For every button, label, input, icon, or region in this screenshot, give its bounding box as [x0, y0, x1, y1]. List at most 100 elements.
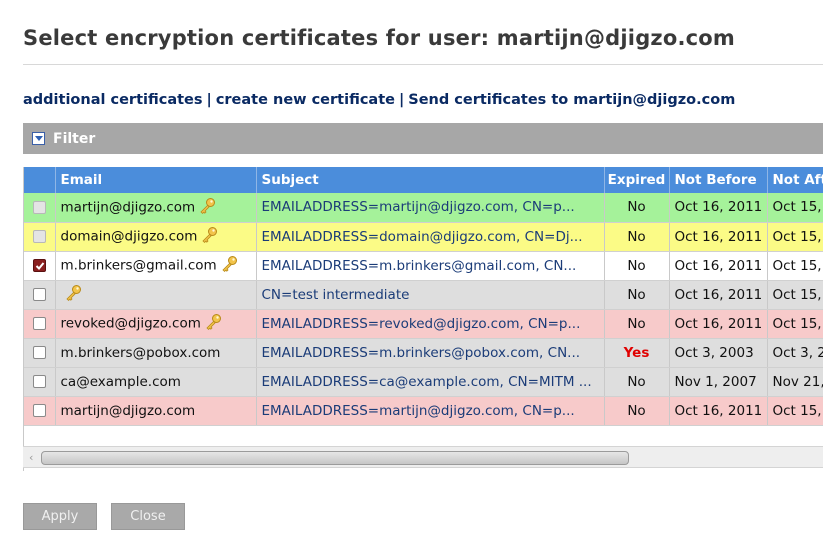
table-row[interactable]: m.brinkers@pobox.com EMAILADDRESS=m.brink…: [24, 338, 823, 368]
not-after-cell: Oct 15,: [767, 193, 823, 223]
not-before-cell: Oct 16, 2011: [669, 280, 768, 310]
row-checkbox[interactable]: [32, 404, 46, 417]
title-divider: [23, 64, 823, 65]
not-after-cell: Oct 15,: [767, 309, 823, 339]
email-cell: m.brinkers@gmail.com: [55, 251, 257, 281]
key-icon: [221, 255, 238, 276]
subject-cell[interactable]: EMAILADDRESS=revoked@djigzo.com, CN=p...: [256, 309, 605, 339]
expired-cell: Yes: [604, 338, 670, 368]
row-checkbox: [32, 230, 46, 243]
certificate-table: Email Subject Expired Not Before Not Aft…: [24, 167, 823, 426]
row-checkbox[interactable]: [32, 346, 46, 359]
email-text: revoked@djigzo.com: [60, 315, 201, 332]
not-after-cell: Oct 15,: [767, 396, 823, 426]
email-cell: revoked@djigzo.com: [55, 309, 257, 339]
row-checkbox[interactable]: [32, 317, 46, 330]
row-checkbox[interactable]: [32, 288, 46, 301]
subject-cell[interactable]: CN=test intermediate: [256, 280, 605, 310]
column-header-subject[interactable]: Subject: [256, 167, 605, 193]
apply-button[interactable]: Apply: [23, 503, 97, 530]
column-header-not-after[interactable]: Not Aft: [767, 167, 823, 193]
subject-cell[interactable]: EMAILADDRESS=martijn@djigzo.com, CN=p...: [256, 396, 605, 426]
link-separator: |: [398, 92, 405, 108]
page-title: Select encryption certificates for user:…: [23, 26, 736, 50]
not-before-cell: Oct 3, 2003: [669, 338, 768, 368]
expired-cell: No: [604, 222, 670, 252]
not-before-cell: Oct 16, 2011: [669, 396, 768, 426]
table-row[interactable]: domain@djigzo.com EMAILADDRESS=domain@dji…: [24, 222, 823, 252]
select-cell: [24, 309, 56, 339]
not-after-cell: Oct 15,: [767, 222, 823, 252]
email-text: domain@djigzo.com: [60, 228, 198, 245]
select-cell: [24, 251, 56, 281]
not-after-cell: Oct 3, 2: [767, 338, 823, 368]
expired-cell: No: [604, 280, 670, 310]
expired-cell: No: [604, 396, 670, 426]
subject-cell[interactable]: EMAILADDRESS=ca@example.com, CN=MITM ...: [256, 367, 605, 397]
email-cell: [55, 280, 257, 310]
additional-certificates-link[interactable]: additional certificates: [23, 92, 203, 108]
send-certificates-link[interactable]: Send certificates to martijn@djigzo.com: [408, 92, 735, 108]
select-cell: [24, 367, 56, 397]
action-links: additional certificates | create new certi…: [23, 92, 735, 108]
select-cell: [24, 280, 56, 310]
subject-cell[interactable]: EMAILADDRESS=m.brinkers@pobox.com, CN...: [256, 338, 605, 368]
filter-bar[interactable]: Filter: [23, 123, 823, 154]
expired-cell: No: [604, 193, 670, 223]
subject-cell[interactable]: EMAILADDRESS=martijn@djigzo.com, CN=p...: [256, 193, 605, 223]
scrollbar-thumb[interactable]: [41, 451, 629, 465]
table-header-row: Email Subject Expired Not Before Not Aft: [24, 167, 823, 193]
expired-cell: No: [604, 367, 670, 397]
not-before-cell: Oct 16, 2011: [669, 222, 768, 252]
table-row[interactable]: ca@example.com EMAILADDRESS=ca@example.co…: [24, 367, 823, 397]
table-row[interactable]: martijn@djigzo.com EMAILADDRESS=martijn@d…: [24, 193, 823, 223]
email-cell: martijn@djigzo.com: [55, 396, 257, 426]
expired-cell: No: [604, 251, 670, 281]
close-button[interactable]: Close: [111, 503, 185, 530]
email-text: m.brinkers@gmail.com: [60, 257, 217, 274]
select-cell: [24, 396, 56, 426]
not-after-cell: Nov 21,: [767, 367, 823, 397]
table-row[interactable]: martijn@djigzo.com EMAILADDRESS=martijn@d…: [24, 396, 823, 426]
key-icon: [65, 284, 82, 305]
table-row[interactable]: CN=test intermediate No Oct 16, 2011 Oct 15…: [24, 280, 823, 310]
email-text: martijn@djigzo.com: [60, 199, 196, 216]
email-text: m.brinkers@pobox.com: [60, 344, 221, 361]
column-header-email[interactable]: Email: [55, 167, 257, 193]
select-cell: [24, 222, 56, 252]
certificate-grid: Email Subject Expired Not Before Not Aft…: [23, 167, 823, 471]
column-header-not-before[interactable]: Not Before: [669, 167, 768, 193]
key-icon: [201, 226, 218, 247]
subject-cell[interactable]: EMAILADDRESS=m.brinkers@gmail.com, CN...: [256, 251, 605, 281]
not-before-cell: Oct 16, 2011: [669, 193, 768, 223]
key-icon: [205, 313, 222, 334]
filter-label: Filter: [53, 130, 96, 147]
row-checkbox[interactable]: [32, 375, 46, 388]
expired-cell: No: [604, 309, 670, 339]
select-cell: [24, 338, 56, 368]
column-header-select[interactable]: [24, 167, 56, 193]
email-text: martijn@djigzo.com: [60, 402, 196, 419]
create-new-certificate-link[interactable]: create new certificate: [216, 92, 395, 108]
link-separator: |: [206, 92, 212, 108]
row-checkbox[interactable]: [32, 259, 46, 272]
not-before-cell: Oct 16, 2011: [669, 251, 768, 281]
key-icon: [199, 197, 216, 218]
email-cell: martijn@djigzo.com: [55, 193, 257, 223]
not-after-cell: Oct 15,: [767, 280, 823, 310]
email-cell: m.brinkers@pobox.com: [55, 338, 257, 368]
column-header-expired[interactable]: Expired: [604, 167, 670, 193]
table-row[interactable]: revoked@djigzo.com EMAILADDRESS=revoked@d…: [24, 309, 823, 339]
subject-cell[interactable]: EMAILADDRESS=domain@djigzo.com, CN=Dj...: [256, 222, 605, 252]
select-cell: [24, 193, 56, 223]
email-cell: domain@djigzo.com: [55, 222, 257, 252]
horizontal-scrollbar[interactable]: ‹: [23, 446, 823, 468]
row-checkbox: [32, 200, 46, 214]
not-after-cell: Oct 15,: [767, 251, 823, 281]
table-row[interactable]: m.brinkers@gmail.com EMAILADDRESS=m.brink…: [24, 251, 823, 281]
email-text: ca@example.com: [60, 373, 181, 390]
chevron-down-icon[interactable]: [32, 132, 45, 145]
not-before-cell: Nov 1, 2007: [669, 367, 768, 397]
not-before-cell: Oct 16, 2011: [669, 309, 768, 339]
scroll-left-arrow-icon[interactable]: ‹: [29, 451, 33, 464]
